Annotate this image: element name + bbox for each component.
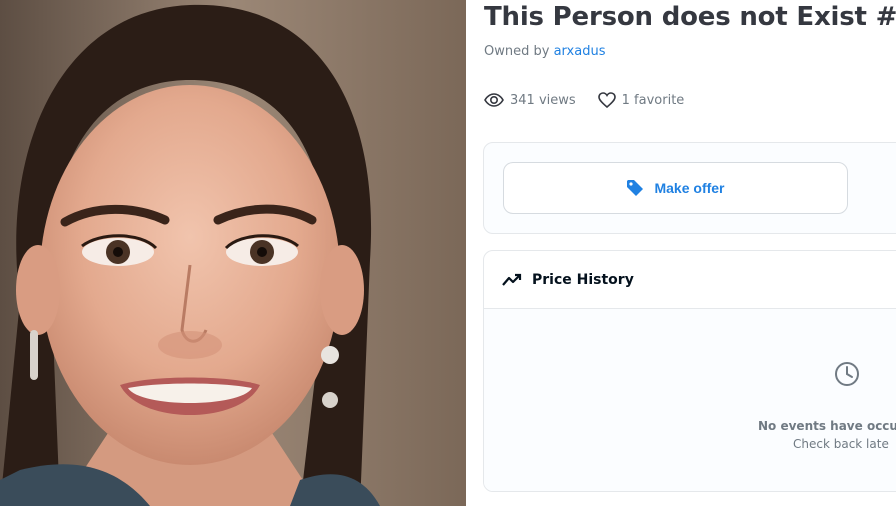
owner-line: Owned by arxadus (484, 44, 605, 59)
favorites-count[interactable]: 1 favorite (597, 92, 685, 108)
asset-stats: 341 views 1 favorite (484, 92, 706, 108)
empty-state-title: No events have occur (758, 419, 896, 433)
make-offer-label: Make offer (654, 180, 725, 196)
portrait-illustration (0, 0, 466, 506)
price-history-empty-state: No events have occur Check back late (484, 309, 896, 491)
empty-state-subtitle: Check back late (793, 437, 889, 451)
owner-link[interactable]: arxadus (554, 44, 606, 59)
offer-card: Make offer (483, 142, 896, 234)
asset-detail-panel: This Person does not Exist #11 Owned by … (466, 0, 896, 506)
trending-icon (502, 273, 522, 286)
price-history-title: Price History (532, 271, 634, 288)
views-count: 341 views (484, 93, 576, 108)
favorites-label: 1 favorite (621, 92, 685, 108)
owned-by-label: Owned by (484, 44, 550, 59)
make-offer-button[interactable]: Make offer (503, 162, 848, 214)
asset-title: This Person does not Exist #11 (484, 2, 896, 32)
heart-icon[interactable] (597, 92, 616, 108)
clock-icon (835, 362, 859, 386)
tag-icon (627, 180, 644, 196)
asset-image (0, 0, 466, 506)
eye-icon (484, 93, 504, 107)
price-history-panel: Price History No events have occur Check… (483, 250, 896, 492)
price-history-header[interactable]: Price History (484, 251, 896, 309)
views-label: 341 views (510, 92, 576, 108)
